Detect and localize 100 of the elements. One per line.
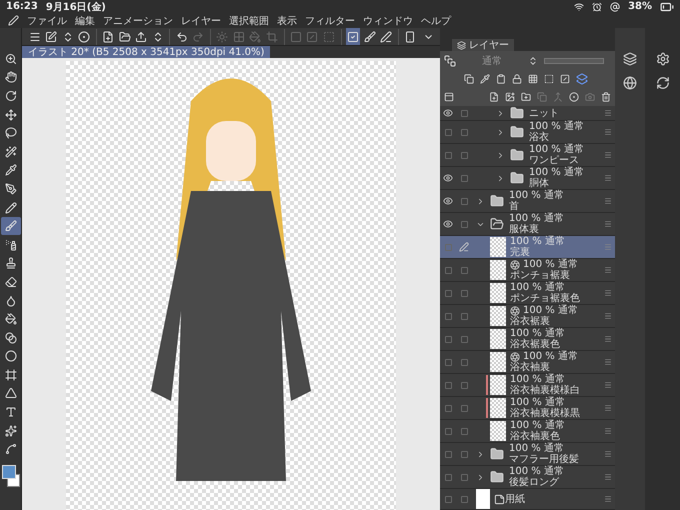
- drag-handle-icon[interactable]: [604, 473, 612, 481]
- layer-tab[interactable]: レイヤー: [452, 39, 514, 51]
- layer-row[interactable]: 100 % 通常 浴衣裾裏: [440, 305, 615, 328]
- drag-handle-icon[interactable]: [604, 174, 612, 182]
- lock-toggle[interactable]: [460, 152, 468, 158]
- layer-row[interactable]: 100 % 通常 浴衣袖裏色: [440, 420, 615, 443]
- layer-row[interactable]: ニット: [440, 106, 615, 121]
- layer-row[interactable]: 100 % 通常 服体裏: [440, 213, 615, 236]
- lock-toggle[interactable]: [460, 290, 468, 296]
- lock-toggle[interactable]: [460, 336, 468, 342]
- main-color-swatch[interactable]: [2, 465, 16, 480]
- new-folder-icon[interactable]: [521, 92, 531, 102]
- drag-handle-icon[interactable]: [604, 404, 612, 412]
- lock-toggle[interactable]: [460, 174, 468, 182]
- drag-handle-icon[interactable]: [604, 197, 612, 205]
- visibility-toggle[interactable]: [444, 404, 452, 412]
- visibility-toggle[interactable]: [444, 428, 452, 434]
- lock-toggle[interactable]: [460, 450, 468, 458]
- visibility-toggle[interactable]: [444, 312, 452, 320]
- menu-item[interactable]: ヘルプ: [421, 14, 451, 28]
- check-icon[interactable]: [346, 28, 360, 45]
- eyedropper-icon[interactable]: [480, 74, 490, 84]
- new-image-icon[interactable]: [505, 92, 515, 102]
- lock-toggle[interactable]: [460, 474, 468, 480]
- menu-item[interactable]: ファイル: [27, 14, 67, 28]
- menu-item[interactable]: 表示: [277, 14, 297, 28]
- layer-row[interactable]: 100 % 通常 ワンピース: [440, 144, 615, 167]
- layer-row[interactable]: 100 % 通常 ポンチョ裾裏: [440, 259, 615, 282]
- refresh-icon[interactable]: [656, 76, 670, 90]
- trash-icon[interactable]: [601, 92, 611, 102]
- visibility-toggle[interactable]: [444, 290, 452, 296]
- layer-row[interactable]: 100 % 通常 浴衣袖裏模様白: [440, 374, 615, 397]
- drag-handle-icon[interactable]: [604, 312, 612, 320]
- layer-row[interactable]: 100 % 通常 浴衣: [440, 121, 615, 144]
- menu-item[interactable]: フィルター: [305, 14, 355, 28]
- visibility-toggle[interactable]: [444, 266, 452, 274]
- document-tab[interactable]: イラスト 20* (B5 2508 x 3541px 350dpi 41.0%): [22, 46, 270, 58]
- updown-icon[interactable]: [528, 56, 538, 66]
- chevron-icon[interactable]: [496, 108, 505, 118]
- layers-icon[interactable]: [623, 52, 637, 66]
- lock-toggle[interactable]: [460, 428, 468, 434]
- chevron-icon[interactable]: [496, 174, 505, 182]
- visibility-toggle[interactable]: [444, 496, 452, 502]
- layer-row[interactable]: 100 % 通常 後髪ロング: [440, 466, 615, 489]
- settings-icon[interactable]: [656, 52, 670, 66]
- chevron-icon[interactable]: [476, 472, 485, 482]
- lock-toggle[interactable]: [460, 198, 468, 204]
- lock-toggle[interactable]: [460, 496, 468, 502]
- eye-icon[interactable]: [443, 173, 453, 183]
- copy-icon[interactable]: [464, 74, 474, 84]
- drag-handle-icon[interactable]: [604, 427, 612, 435]
- visibility-toggle[interactable]: [444, 382, 452, 388]
- drag-handle-icon[interactable]: [604, 495, 612, 503]
- layers-icon[interactable]: [576, 72, 588, 84]
- chevron-icon[interactable]: [476, 450, 485, 458]
- lock-icon[interactable]: [512, 74, 522, 84]
- lock-toggle[interactable]: [460, 220, 468, 228]
- dashed-square-icon[interactable]: [544, 74, 554, 84]
- lock-toggle[interactable]: [460, 382, 468, 388]
- eye-icon[interactable]: [443, 219, 453, 229]
- visibility-toggle[interactable]: [444, 474, 452, 480]
- lock-toggle[interactable]: [460, 312, 468, 320]
- layer-row[interactable]: 100 % 通常 浴衣裾裏色: [440, 328, 615, 351]
- drag-handle-icon[interactable]: [604, 381, 612, 389]
- layer-row[interactable]: 100 % 通常 浴衣袖裏模様黒: [440, 397, 615, 420]
- grid-icon[interactable]: [528, 74, 538, 84]
- layer-row[interactable]: 100 % 通常 ポンチョ裾裏色: [440, 282, 615, 305]
- chevron-icon[interactable]: [496, 150, 505, 160]
- eye-icon[interactable]: [443, 196, 453, 206]
- eye-icon[interactable]: [443, 108, 453, 118]
- panel-icon[interactable]: [444, 92, 454, 102]
- visibility-toggle[interactable]: [444, 358, 452, 366]
- visibility-toggle[interactable]: [444, 152, 452, 158]
- lock-toggle[interactable]: [460, 266, 468, 274]
- menu-item[interactable]: 編集: [75, 14, 95, 28]
- brush-tool-icon[interactable]: [0, 217, 20, 235]
- visibility-toggle[interactable]: [444, 128, 452, 136]
- visibility-toggle[interactable]: [444, 336, 452, 342]
- chevron-icon[interactable]: [496, 128, 505, 136]
- drag-handle-icon[interactable]: [604, 289, 612, 297]
- new-layer-icon[interactable]: [489, 92, 499, 102]
- menu-item[interactable]: ウィンドウ: [363, 14, 413, 28]
- app-logo-icon[interactable]: [8, 15, 19, 26]
- menu-item[interactable]: レイヤー: [181, 14, 221, 28]
- drag-handle-icon[interactable]: [604, 335, 612, 343]
- layer-row[interactable]: 用紙: [440, 489, 615, 510]
- lock-toggle[interactable]: [460, 128, 468, 136]
- lock-toggle[interactable]: [460, 404, 468, 412]
- visibility-toggle[interactable]: [444, 450, 452, 458]
- chevron-icon[interactable]: [476, 196, 485, 206]
- drag-handle-icon[interactable]: [604, 220, 612, 228]
- drag-handle-icon[interactable]: [604, 450, 612, 458]
- layer-type-icon[interactable]: [444, 54, 456, 66]
- drag-handle-icon[interactable]: [604, 358, 612, 366]
- menu-item[interactable]: 選択範囲: [229, 14, 269, 28]
- layer-row[interactable]: 100 % 通常 首: [440, 190, 615, 213]
- clipboard-icon[interactable]: [496, 74, 506, 84]
- menu-item[interactable]: アニメーション: [103, 14, 173, 28]
- slashed-square-icon[interactable]: [560, 74, 570, 84]
- visibility-toggle[interactable]: [444, 244, 452, 250]
